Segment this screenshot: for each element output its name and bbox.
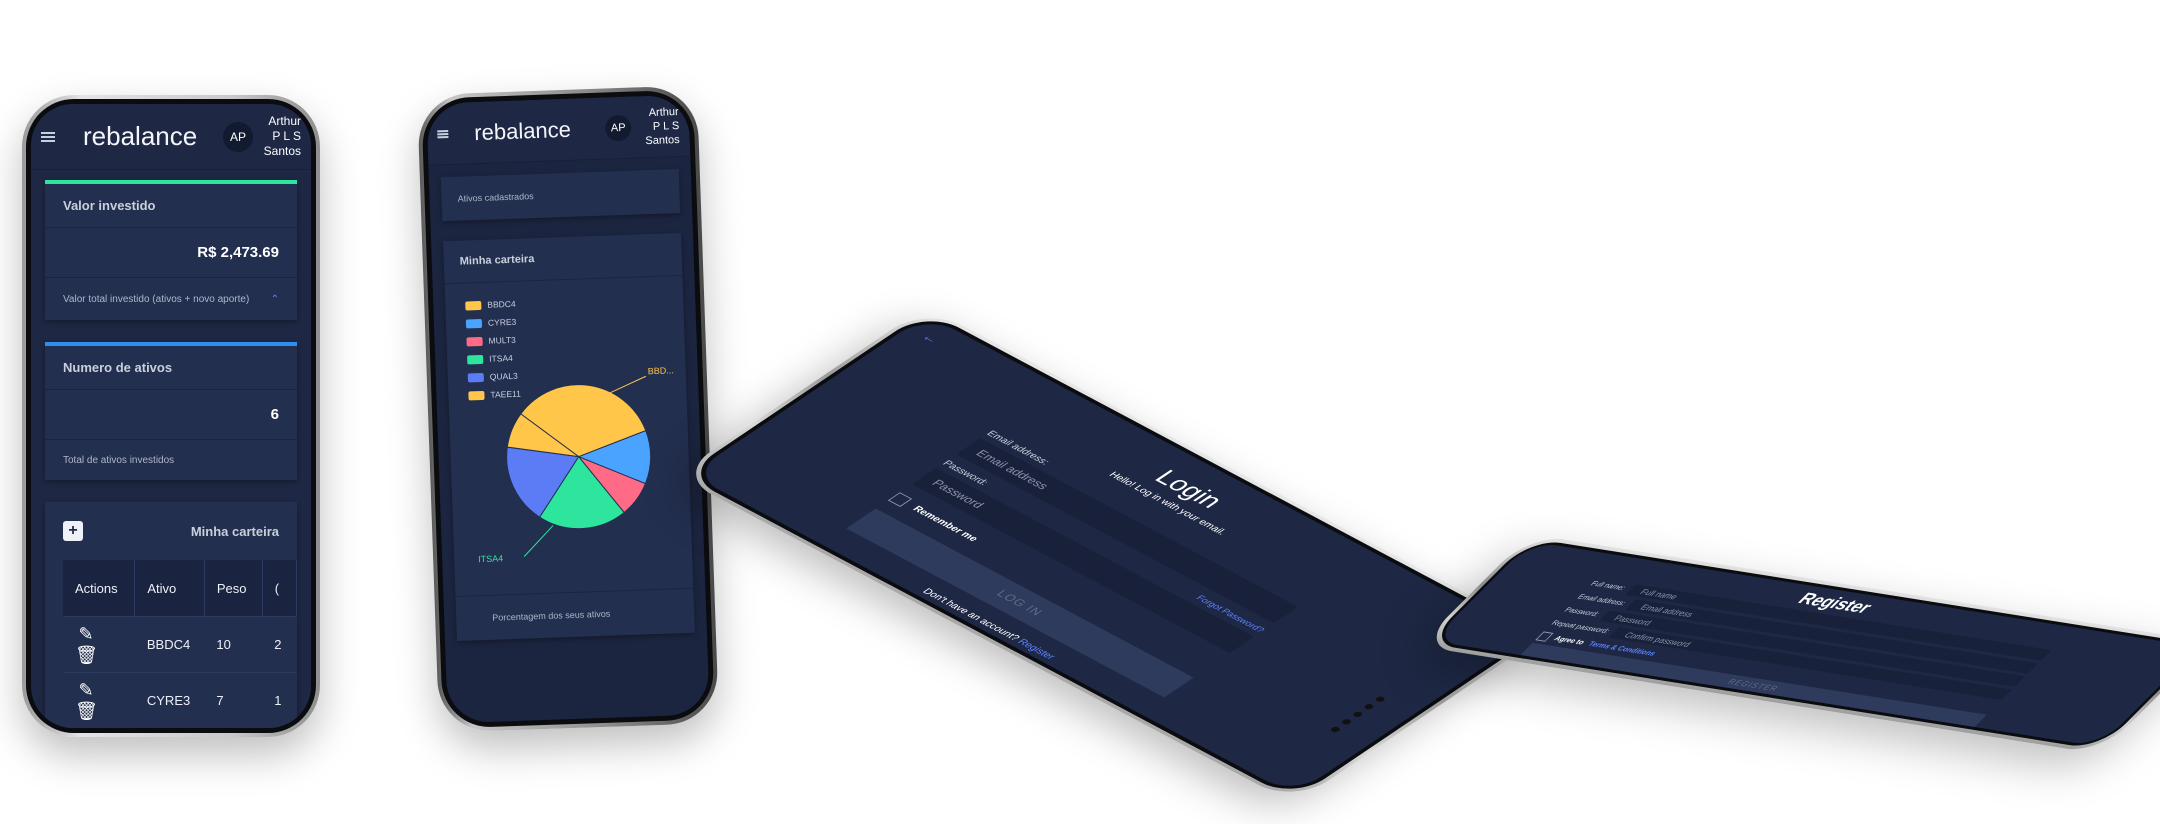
phone-dashboard: rebalance AP Arthur P L S Santos Valor i… (22, 95, 320, 737)
remember-checkbox[interactable] (887, 492, 913, 507)
column-header[interactable]: Peso (204, 560, 263, 617)
legend-label: CYRE3 (487, 316, 517, 328)
card-footer: Total de ativos investidos (45, 440, 297, 480)
plus-icon[interactable]: + (63, 521, 83, 541)
asset-count-value: 6 (270, 406, 279, 423)
avatar[interactable]: AP (223, 121, 253, 152)
login-form: Login Hello! Log in with your email. Ema… (807, 396, 1362, 725)
chart-card: Minha carteira BBDC4 CYRE3 MULT3 ITSA4 QUAL3… (443, 232, 695, 642)
user-name[interactable]: Arthur P L S Santos (259, 114, 301, 159)
row-actions: ✎🗑 (63, 616, 135, 673)
card-header: Numero de ativos (45, 346, 297, 390)
card-footer: Valor total investido (ativos + novo apo… (45, 278, 297, 320)
chevron-up-icon[interactable]: ⌃ (271, 294, 279, 305)
agree-prefix: Agree to (1552, 635, 1587, 646)
pencil-icon[interactable]: ✎ (75, 680, 97, 701)
register-form: Register Full name: Full name Email addr… (1511, 559, 2071, 737)
avatar[interactable]: AP (604, 114, 632, 142)
repeat-password-label: Repeat password: (1549, 619, 1612, 635)
user-name-line: Arthur (268, 114, 301, 128)
app-bar: rebalance AP Arthur P L S Santos (31, 104, 311, 170)
invested-card: Valor investido R$ 2,473.69 Valor total … (45, 180, 297, 320)
phone-screen: Register Full name: Full name Email addr… (1431, 541, 2160, 747)
legend-swatch (465, 318, 483, 329)
user-name[interactable]: Arthur P L S Santos (636, 104, 680, 147)
asset-count-footer: Total de ativos investidos (63, 454, 175, 466)
asset-count-title: Numero de ativos (63, 360, 173, 375)
table-row: ✎🗑 BBDC4 10 2 (63, 616, 297, 673)
phone-screen: rebalance AP Arthur P L S Santos Valor i… (31, 104, 311, 728)
chart-card-footer: Porcentagem dos seus ativos (455, 587, 695, 642)
phone-screen: rebalance AP Arthur P L S Santos Ativos … (426, 94, 710, 724)
portfolio-card: + Minha carteira Actions Ativo Peso ( ✎🗑 (45, 502, 297, 728)
cell-peso: 7 (204, 672, 263, 728)
column-header[interactable]: Actions (63, 560, 136, 617)
row-actions: ✎🗑 (63, 672, 135, 728)
invested-footer: Valor total investido (ativos + novo apo… (63, 293, 250, 305)
asset-count-card: Numero de ativos 6 Total de ativos inves… (45, 342, 297, 480)
user-name-line: P L S (652, 119, 680, 133)
portfolio-table: Actions Ativo Peso ( ✎🗑 BBDC4 10 2 ✎🗑 CY… (63, 560, 297, 728)
cell-peso: 10 (204, 616, 263, 673)
invested-title: Valor investido (63, 198, 156, 213)
card-body: R$ 2,473.69 (45, 228, 297, 278)
chart-card-title: Minha carteira (459, 253, 535, 268)
legend-item[interactable]: CYRE3 (465, 313, 519, 333)
column-header[interactable]: Ativo (134, 560, 205, 617)
cell-ativo: CYRE3 (134, 672, 205, 728)
cell-extra: 1 (262, 672, 297, 728)
app-bar: rebalance AP Arthur P L S Santos (426, 94, 691, 166)
table-header-row: Actions Ativo Peso ( (63, 560, 297, 617)
table-row: ✎🗑 CYRE3 7 1 (63, 672, 297, 728)
portfolio-title: Minha carteira (190, 523, 279, 539)
cell-extra: 2 (262, 616, 297, 673)
email-label: Email address: (1575, 593, 1628, 607)
password-label: Password: (1562, 606, 1602, 618)
full-name-label: Full name: (1588, 580, 1628, 592)
arrow-left-icon[interactable]: ← (918, 330, 944, 346)
card-body: 6 (45, 390, 297, 440)
invested-value: R$ 2,473.69 (197, 244, 279, 261)
callout-line (523, 525, 554, 557)
phone-login: ← Login Hello! Log in with your email. E… (675, 306, 1545, 804)
legend-item[interactable]: MULT3 (466, 331, 519, 351)
legend-swatch (465, 300, 482, 311)
card-header: Valor investido (45, 184, 297, 228)
pencil-icon[interactable]: ✎ (75, 624, 97, 645)
legend-item[interactable]: BBDC4 (465, 295, 518, 315)
legend-label: MULT3 (488, 334, 516, 346)
legend-label: BBDC4 (487, 298, 516, 310)
brand-title: rebalance (473, 116, 572, 145)
callout-line (608, 375, 647, 395)
legend-swatch (466, 336, 483, 346)
user-name-line: Santos (645, 133, 680, 147)
callout-label: ITSA4 (478, 553, 503, 564)
menu-icon[interactable] (437, 129, 449, 138)
phone-register: Register Full name: Full name Email addr… (1418, 534, 2160, 754)
registered-assets-label: Ativos cadastrados (457, 191, 534, 204)
callout-label: BBD... (648, 365, 674, 376)
trash-icon[interactable]: 🗑 (75, 701, 98, 722)
chart-card-header: Minha carteira (443, 232, 683, 285)
pie-chart: BBD... ITSA4 (478, 365, 674, 564)
brand-title: rebalance (83, 121, 198, 151)
portfolio-header: + Minha carteira (45, 502, 297, 560)
column-header[interactable]: ( (262, 560, 297, 617)
portfolio-table-wrap[interactable]: Actions Ativo Peso ( ✎🗑 BBDC4 10 2 ✎🗑 CY… (45, 560, 297, 728)
chart-footer-text: Porcentagem dos seus ativos (492, 608, 611, 623)
menu-icon[interactable] (41, 131, 55, 142)
cell-ativo: BBDC4 (134, 616, 205, 673)
user-name-line: Arthur (648, 105, 679, 119)
trash-icon[interactable]: 🗑 (75, 645, 98, 666)
user-name-line: Santos (263, 144, 301, 158)
user-name-line: P L S (272, 129, 301, 143)
agree-checkbox[interactable] (1535, 631, 1554, 642)
phone-chart: rebalance AP Arthur P L S Santos Ativos … (416, 85, 720, 733)
